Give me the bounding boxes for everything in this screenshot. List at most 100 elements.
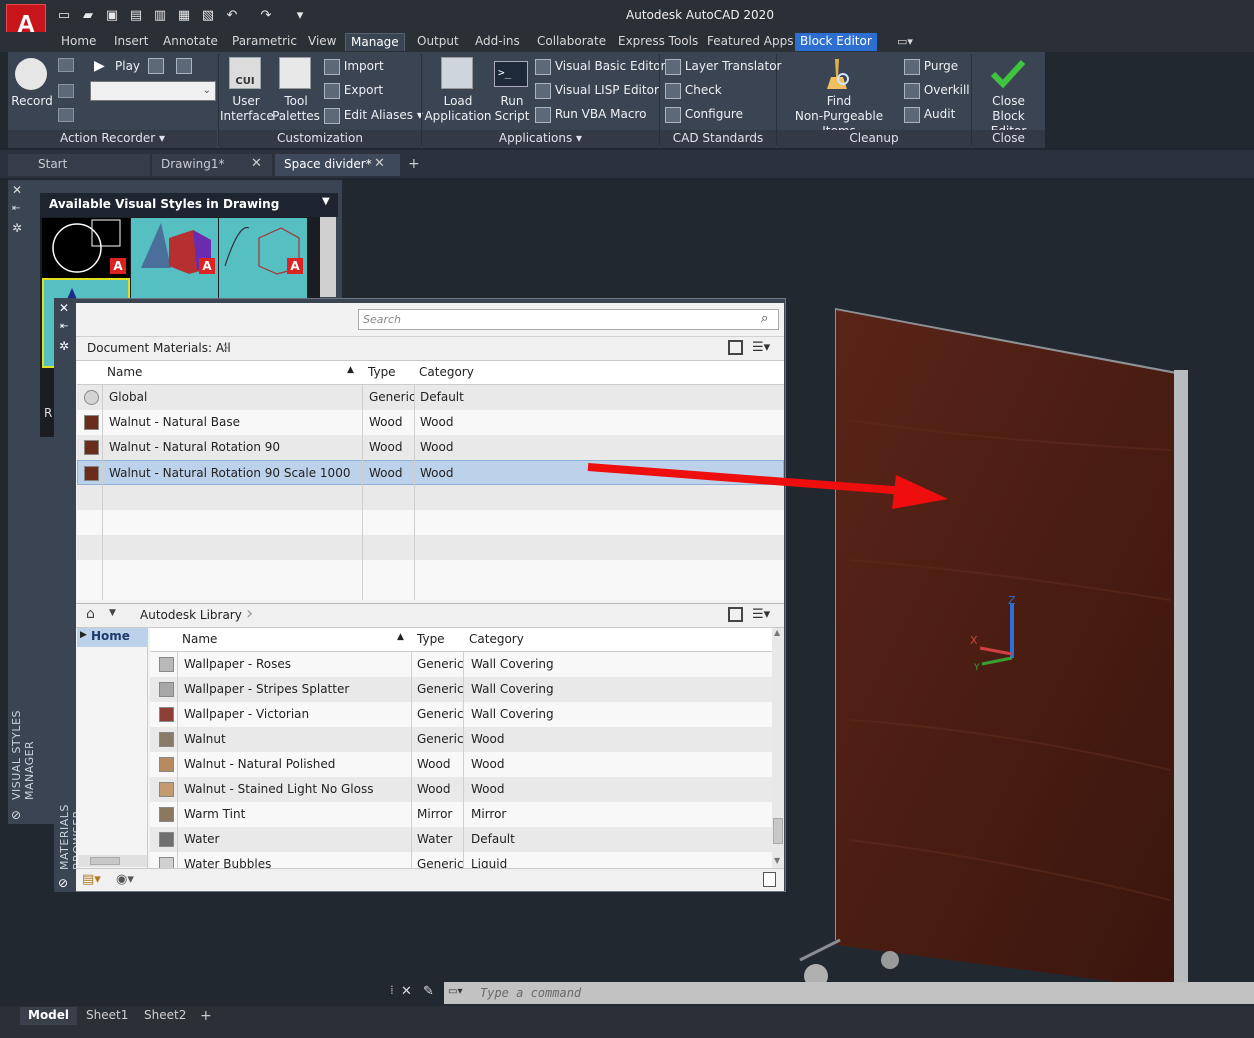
- list-view-icon[interactable]: ☰▾: [752, 340, 770, 355]
- list-view-icon[interactable]: ☰▾: [752, 607, 770, 622]
- tool-palettes-icon[interactable]: [279, 57, 311, 89]
- palette-options-icon[interactable]: ⊘: [58, 876, 68, 890]
- column-type[interactable]: Type: [417, 632, 445, 646]
- column-name[interactable]: Name: [107, 365, 142, 379]
- wrench-icon[interactable]: ✎: [423, 984, 434, 999]
- preference-icon[interactable]: [148, 58, 166, 74]
- auto-hide-icon[interactable]: ⇤: [60, 321, 68, 332]
- tab-model[interactable]: Model: [20, 1007, 78, 1025]
- load-application-icon[interactable]: [441, 57, 473, 89]
- table-row[interactable]: Warm Tint Mirror Mirror: [150, 802, 772, 827]
- tab-parametric[interactable]: Parametric: [227, 33, 302, 51]
- panel-toggle-icon[interactable]: [728, 607, 743, 622]
- find-non-purgeable-icon[interactable]: [821, 57, 853, 91]
- grip-handle-icon[interactable]: ⁞: [390, 983, 394, 997]
- panel-toggle-icon[interactable]: [728, 340, 743, 355]
- table-row[interactable]: Wallpaper - Victorian Generic Wall Cover…: [150, 702, 772, 727]
- open-icon[interactable]: ▰: [80, 8, 96, 24]
- column-category[interactable]: Category: [419, 365, 474, 379]
- properties-gear-icon[interactable]: ✲: [12, 221, 22, 235]
- layer-translator-button[interactable]: Layer Translator: [665, 58, 781, 75]
- audit-button[interactable]: Audit: [904, 106, 955, 123]
- table-row[interactable]: Wallpaper - Stripes Splatter Generic Wal…: [150, 677, 772, 702]
- column-type[interactable]: Type: [368, 365, 396, 379]
- user-interface-button[interactable]: User Interface: [220, 94, 274, 124]
- new-icon[interactable]: ▭: [56, 8, 72, 24]
- tab-view[interactable]: View: [303, 33, 341, 51]
- export-button[interactable]: Export: [324, 82, 383, 99]
- import-button[interactable]: Import: [324, 58, 384, 75]
- new-tab-plus-icon[interactable]: +: [408, 156, 420, 172]
- plot-icon[interactable]: ▧: [200, 8, 216, 24]
- tab-manage[interactable]: Manage: [345, 33, 405, 51]
- tool-palettes-button[interactable]: Tool Palettes: [272, 94, 320, 124]
- auto-hide-icon[interactable]: ⇤: [12, 203, 20, 214]
- user-interface-icon[interactable]: CUI: [229, 57, 261, 89]
- record-icon[interactable]: [15, 58, 47, 90]
- close-icon[interactable]: ✕: [12, 183, 22, 197]
- visual-style-xray[interactable]: [219, 278, 307, 298]
- search-icon[interactable]: ⌕: [761, 311, 768, 326]
- load-application-button[interactable]: Load Application: [424, 94, 492, 124]
- tab-block-editor[interactable]: Block Editor: [795, 33, 877, 51]
- save-web-icon[interactable]: ▦: [176, 8, 192, 24]
- tab-start[interactable]: Start: [8, 154, 150, 176]
- tab-featured-apps[interactable]: Featured Apps: [702, 33, 798, 51]
- tree-horizontal-scrollbar[interactable]: [78, 855, 147, 867]
- workspace-toggle-icon[interactable]: ▭▾: [897, 35, 923, 49]
- table-row[interactable]: Walnut - Stained Light No Gloss Wood Woo…: [150, 777, 772, 802]
- insert-base-point-icon[interactable]: [58, 108, 74, 122]
- open-web-icon[interactable]: ▥: [152, 8, 168, 24]
- undo-icon[interactable]: ↶: [224, 8, 240, 24]
- customize-icon[interactable]: ▾: [292, 8, 308, 24]
- close-icon[interactable]: ✕: [374, 156, 385, 171]
- table-row[interactable]: Global Generic Default: [77, 385, 784, 410]
- column-category[interactable]: Category: [469, 632, 524, 646]
- material-editor-icon[interactable]: [763, 872, 776, 887]
- command-history-icon[interactable]: ▭▾: [448, 986, 474, 1000]
- library-manage-icon[interactable]: ▤▾: [82, 872, 101, 887]
- chevron-down-icon[interactable]: ▼: [322, 196, 330, 207]
- save-icon[interactable]: ▣: [104, 8, 120, 24]
- home-icon[interactable]: ⌂: [86, 606, 95, 622]
- tab-express-tools[interactable]: Express Tools: [613, 33, 703, 51]
- edit-aliases-button[interactable]: Edit Aliases ▾: [324, 107, 423, 124]
- tab-add-ins[interactable]: Add-ins: [470, 33, 525, 51]
- tab-annotate[interactable]: Annotate: [158, 33, 223, 51]
- record-button[interactable]: Record: [10, 94, 54, 109]
- chevron-down-icon[interactable]: ▼: [109, 608, 116, 618]
- tree-item-home[interactable]: ▶ Home: [77, 628, 148, 647]
- new-layout-plus-icon[interactable]: +: [200, 1008, 212, 1024]
- request-user-input-icon[interactable]: [58, 84, 74, 98]
- column-name[interactable]: Name: [182, 632, 217, 646]
- library-breadcrumb[interactable]: Autodesk Library: [140, 608, 242, 622]
- table-row[interactable]: Water Water Default: [150, 827, 772, 852]
- macro-dropdown[interactable]: ⌄: [90, 81, 216, 101]
- overkill-button[interactable]: Overkill: [904, 82, 970, 99]
- tab-home[interactable]: Home: [56, 33, 101, 51]
- configure-button[interactable]: Configure: [665, 106, 743, 123]
- visual-style-shaded[interactable]: [131, 278, 218, 298]
- close-icon[interactable]: ✕: [401, 984, 412, 999]
- save-as-icon[interactable]: ▤: [128, 8, 144, 24]
- table-row[interactable]: Water Bubbles Generic Liquid: [150, 852, 772, 868]
- close-icon[interactable]: ✕: [59, 301, 69, 315]
- tab-output[interactable]: Output: [412, 33, 464, 51]
- command-input[interactable]: Type a command: [480, 984, 900, 1002]
- run-script-button[interactable]: Run Script: [492, 94, 532, 124]
- close-icon[interactable]: ✕: [251, 156, 262, 171]
- panel-title-applications[interactable]: Applications ▾: [422, 130, 659, 148]
- document-materials-breadcrumb[interactable]: Document Materials: All: [87, 341, 231, 355]
- tab-sheet2[interactable]: Sheet2: [136, 1007, 194, 1025]
- play-icon[interactable]: ▶: [94, 58, 105, 74]
- tab-collaborate[interactable]: Collaborate: [532, 33, 611, 51]
- check-button[interactable]: Check: [665, 82, 722, 99]
- redo-icon[interactable]: ↷: [258, 8, 274, 24]
- table-row[interactable]: Walnut Generic Wood: [150, 727, 772, 752]
- insert-message-icon[interactable]: [58, 58, 74, 72]
- visual-basic-editor-button[interactable]: Visual Basic Editor: [535, 58, 666, 75]
- gallery-scrollbar[interactable]: [320, 217, 336, 297]
- tab-insert[interactable]: Insert: [109, 33, 153, 51]
- run-vba-macro-button[interactable]: Run VBA Macro: [535, 106, 646, 123]
- table-row[interactable]: Wallpaper - Roses Generic Wall Covering: [150, 652, 772, 677]
